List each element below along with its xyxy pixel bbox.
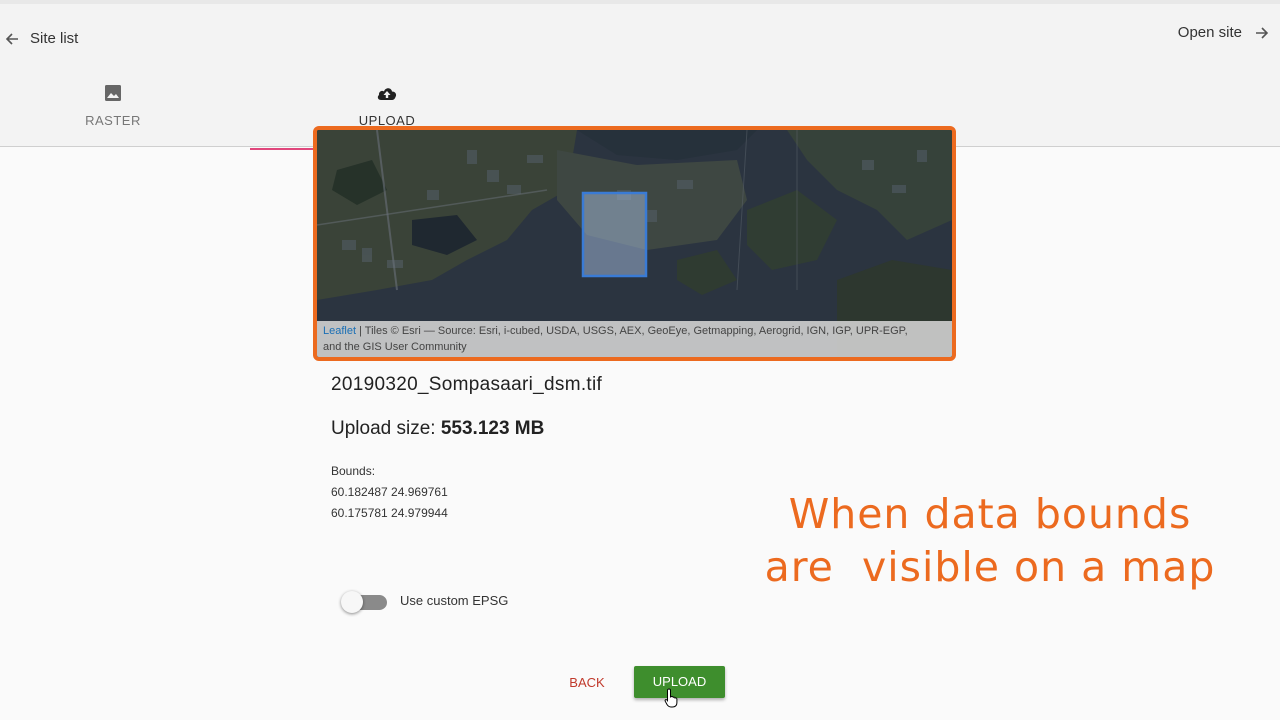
annotation-line-1: When data bounds (788, 490, 1192, 538)
bounds-info: Bounds: 60.182487 24.969761 60.175781 24… (331, 461, 448, 524)
site-list-back-link[interactable]: Site list (4, 30, 78, 47)
bounds-line-2: 60.175781 24.979944 (331, 506, 448, 520)
custom-epsg-label: Use custom EPSG (400, 593, 509, 608)
annotation-line-2: are visible on a map (764, 543, 1216, 591)
cloud-upload-icon (377, 88, 397, 100)
open-site-link[interactable]: Open site (1178, 24, 1270, 41)
upload-size-value: 553.123 MB (440, 418, 545, 439)
data-bounds-box (581, 191, 648, 278)
tab-raster-label: RASTER (85, 113, 141, 128)
bounds-line-1: 60.182487 24.969761 (331, 485, 448, 499)
tab-raster[interactable]: RASTER (43, 84, 183, 128)
upload-size-label: Upload size: (331, 418, 441, 439)
annotation-caption: When data bounds are visible on a map (740, 488, 1240, 594)
toggle-knob (341, 591, 363, 613)
tab-upload[interactable]: UPLOAD (317, 84, 457, 128)
site-list-label: Site list (30, 30, 79, 47)
map-attribution: Leaflet | Tiles © Esri — Source: Esri, i… (317, 321, 952, 357)
arrow-left-icon (5, 32, 18, 45)
open-site-label: Open site (1177, 24, 1242, 41)
attribution-text-1: | Tiles © Esri — Source: Esri, i-cubed, … (356, 325, 908, 337)
leaflet-link[interactable]: Leaflet (323, 325, 356, 337)
bounds-label: Bounds: (331, 464, 376, 478)
image-icon (105, 85, 121, 101)
file-name: 20190320_Sompasaari_dsm.tif (331, 374, 603, 395)
hand-cursor-icon (664, 688, 678, 708)
back-button[interactable]: BACK (556, 668, 618, 698)
upload-size: Upload size: 553.123 MB (331, 418, 544, 440)
arrow-right-icon (1256, 26, 1269, 39)
custom-epsg-toggle[interactable] (341, 591, 389, 613)
map-preview[interactable]: Leaflet | Tiles © Esri — Source: Esri, i… (313, 126, 956, 361)
attribution-text-2: and the GIS User Community (323, 341, 467, 353)
